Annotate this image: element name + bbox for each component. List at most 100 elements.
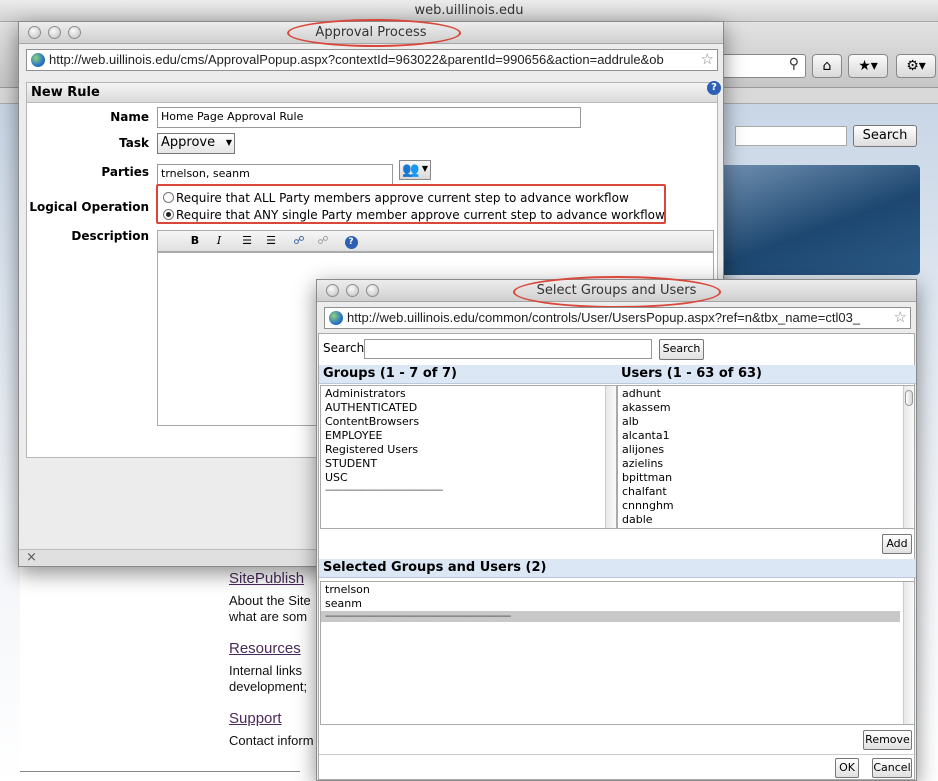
- list-item[interactable]: alijones: [618, 443, 914, 457]
- list-item[interactable]: cnnnghm: [618, 499, 914, 513]
- bold-button[interactable]: B: [186, 233, 204, 249]
- description-label: Description: [71, 229, 149, 243]
- parties-label: Parties: [101, 165, 149, 179]
- logic-option-all[interactable]: Require that ALL Party members approve c…: [163, 191, 629, 205]
- close-window-button[interactable]: [326, 284, 339, 297]
- task-label: Task: [119, 136, 149, 150]
- approval-url-bar[interactable]: http://web.uillinois.edu/cms/ApprovalPop…: [26, 49, 718, 71]
- bookmarks-button[interactable]: ★▾: [848, 54, 888, 78]
- bookmark-star-icon[interactable]: ☆: [701, 50, 714, 70]
- list-item[interactable]: Registered Users: [321, 443, 616, 457]
- chevron-down-icon: ▼: [421, 164, 428, 173]
- close-window-button[interactable]: [28, 26, 41, 39]
- editor-help-icon[interactable]: ?: [344, 236, 358, 249]
- list-item[interactable]: akassem: [618, 401, 914, 415]
- list-item[interactable]: adhunt: [618, 387, 914, 401]
- annotation-ellipse: [513, 276, 721, 308]
- unlink-icon[interactable]: ☍: [314, 233, 332, 249]
- numbered-list-icon[interactable]: ☰: [238, 233, 256, 249]
- minimize-window-button[interactable]: [48, 26, 61, 39]
- resources-text-2: development;: [229, 679, 308, 694]
- home-icon: ⌂: [822, 58, 832, 74]
- list-item[interactable]: seanm: [321, 597, 914, 611]
- remove-button[interactable]: Remove: [863, 730, 912, 750]
- list-item[interactable]: chalfant: [618, 485, 914, 499]
- list-item[interactable]: alcanta1: [618, 429, 914, 443]
- logic-option-any[interactable]: Require that ANY single Party member app…: [163, 208, 665, 222]
- selected-list[interactable]: trnelson seanm -------------------------…: [320, 581, 915, 725]
- parties-input[interactable]: trnelson, seanm: [157, 164, 393, 185]
- selected-scrollbar[interactable]: [903, 582, 914, 724]
- globe-icon: [31, 53, 45, 67]
- select-users-window: Select Groups and Users http://web.uilli…: [316, 276, 917, 781]
- list-item[interactable]: bpittman: [618, 471, 914, 485]
- site-search-button[interactable]: Search: [853, 125, 917, 147]
- logic-option-all-label: Require that ALL Party members approve c…: [176, 191, 629, 205]
- resources-link[interactable]: Resources: [229, 640, 301, 657]
- panel-title: New Rule: [31, 85, 100, 100]
- cancel-button[interactable]: Cancel: [872, 758, 912, 778]
- users-scrollbar[interactable]: [903, 386, 914, 528]
- select-url-bar[interactable]: http://web.uillinois.edu/common/controls…: [324, 307, 911, 329]
- list-item[interactable]: AUTHENTICATED: [321, 401, 616, 415]
- editor-toolbar: B I ☰ ☰ ☍ ☍ ?: [157, 230, 714, 252]
- bookmark-star-icon[interactable]: ☆: [894, 308, 907, 328]
- sitepublish-text-2: what are som: [229, 609, 308, 624]
- groups-list[interactable]: Administrators AUTHENTICATED ContentBrow…: [320, 385, 617, 529]
- list-item[interactable]: ContentBrowsers: [321, 415, 616, 429]
- support-link[interactable]: Support: [229, 710, 282, 727]
- add-button[interactable]: Add: [882, 534, 912, 554]
- users-header: Users (1 - 63 of 63): [617, 365, 916, 384]
- list-separator: ----------------------------------------…: [325, 485, 443, 496]
- approval-title-bar: Approval Process: [19, 19, 723, 47]
- list-item[interactable]: dable: [618, 513, 914, 527]
- users-list[interactable]: adhunt akassem alb alcanta1 alijones azi…: [617, 385, 915, 529]
- list-item[interactable]: alb: [618, 415, 914, 429]
- name-input[interactable]: Home Page Approval Rule: [157, 107, 581, 128]
- user-search-input[interactable]: [364, 339, 652, 359]
- list-item[interactable]: azielins: [618, 457, 914, 471]
- task-select[interactable]: Approve ▼: [157, 133, 235, 154]
- radio-any[interactable]: [163, 209, 174, 220]
- list-separator: ----------------------------------------…: [321, 611, 900, 622]
- bullet-list-icon[interactable]: ☰: [262, 233, 280, 249]
- help-icon[interactable]: ?: [707, 81, 721, 95]
- user-search-button[interactable]: Search: [659, 339, 704, 360]
- list-item[interactable]: trnelson: [321, 583, 914, 597]
- annotation-ellipse: [287, 19, 461, 47]
- list-item[interactable]: EMPLOYEE: [321, 429, 616, 443]
- search-icon: ⚲: [788, 56, 799, 72]
- divider: [20, 771, 300, 772]
- select-title-bar: Select Groups and Users: [317, 276, 916, 308]
- zoom-window-button[interactable]: [366, 284, 379, 297]
- new-rule-header: New Rule: [27, 83, 717, 103]
- browser-title-bar: web.uillinois.edu: [0, 0, 938, 22]
- task-value: Approve: [161, 135, 216, 150]
- chevron-down-icon: ▼: [225, 138, 232, 147]
- footer-divider: [319, 754, 916, 755]
- ok-button[interactable]: OK: [835, 758, 859, 778]
- minimize-window-button[interactable]: [346, 284, 359, 297]
- tools-button[interactable]: ⚙▾: [896, 54, 936, 78]
- approval-url: http://web.uillinois.edu/cms/ApprovalPop…: [49, 52, 664, 67]
- groups-scrollbar[interactable]: [605, 386, 616, 528]
- name-label: Name: [110, 110, 149, 124]
- zoom-window-button[interactable]: [68, 26, 81, 39]
- site-search-input[interactable]: [735, 126, 847, 146]
- bookmark-star-icon: ★▾: [858, 58, 878, 74]
- list-item[interactable]: Administrators: [321, 387, 616, 401]
- list-item[interactable]: USC: [321, 471, 616, 485]
- list-item[interactable]: STUDENT: [321, 457, 616, 471]
- select-parties-button[interactable]: 👥 ▼: [399, 160, 431, 180]
- sitepublish-text-1: About the Site: [229, 593, 311, 608]
- close-icon[interactable]: ×: [26, 550, 37, 565]
- resources-text-1: Internal links: [229, 663, 302, 678]
- search-label: Search: [323, 341, 365, 355]
- italic-button[interactable]: I: [210, 233, 228, 249]
- scrollbar-thumb[interactable]: [905, 390, 913, 406]
- link-icon[interactable]: ☍: [290, 233, 308, 249]
- select-url: http://web.uillinois.edu/common/controls…: [347, 310, 861, 325]
- radio-all[interactable]: [163, 192, 174, 203]
- home-button[interactable]: ⌂: [812, 54, 842, 78]
- sitepublish-link[interactable]: SitePublish: [229, 570, 304, 587]
